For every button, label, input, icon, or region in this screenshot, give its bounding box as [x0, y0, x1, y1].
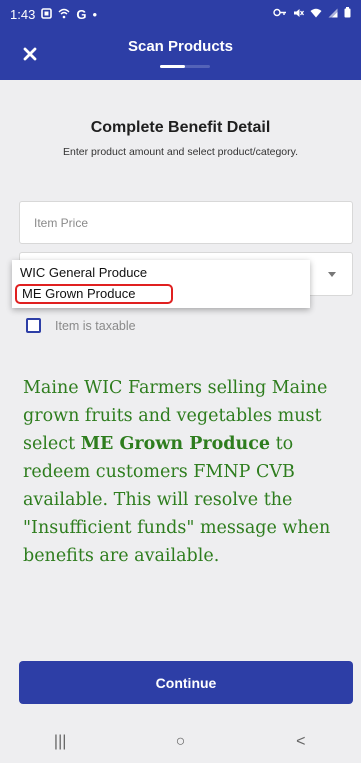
taxable-row: Item is taxable — [26, 318, 136, 333]
key-icon — [273, 8, 287, 20]
option-me-grown-produce[interactable]: ME Grown Produce — [15, 284, 173, 304]
continue-button[interactable]: Continue — [19, 661, 353, 704]
message-icon — [41, 7, 53, 22]
page-title: Scan Products — [127, 38, 234, 55]
item-price-input[interactable] — [19, 201, 353, 244]
mute-icon — [293, 8, 304, 21]
back-icon[interactable]: < — [281, 733, 321, 751]
wifi-calling-icon — [58, 7, 70, 22]
status-right — [273, 7, 351, 21]
system-nav-bar: ||| ○ < — [0, 720, 361, 763]
home-icon[interactable]: ○ — [160, 733, 200, 751]
note-bold-text: ME Grown Produce — [80, 434, 271, 454]
taxable-checkbox[interactable] — [26, 318, 41, 333]
product-category-dropdown: WIC General Produce ME Grown Produce — [12, 260, 310, 308]
battery-icon — [344, 7, 351, 21]
taxable-label: Item is taxable — [55, 318, 136, 333]
status-bar: 1:43 G • — [0, 0, 361, 28]
step-progress — [160, 65, 210, 68]
form-subheading: Enter product amount and select product/… — [62, 146, 299, 158]
wifi-icon — [310, 8, 322, 21]
status-time: 1:43 — [10, 6, 36, 22]
dot-icon: • — [92, 6, 97, 22]
benefit-detail-form: Complete Benefit Detail Enter product am… — [0, 80, 361, 700]
signal-icon — [328, 8, 338, 21]
google-icon: G — [76, 6, 87, 22]
step-progress-fill — [160, 65, 185, 68]
option-wic-general-produce[interactable]: WIC General Produce — [12, 263, 310, 283]
form-heading: Complete Benefit Detail — [90, 119, 271, 136]
instruction-note: Maine WIC Farmers selling Maine grown fr… — [23, 374, 343, 570]
status-left: 1:43 G • — [10, 7, 97, 22]
app-bar: Scan Products — [0, 28, 361, 80]
recents-icon[interactable]: ||| — [40, 733, 80, 751]
chevron-down-icon — [328, 272, 336, 277]
